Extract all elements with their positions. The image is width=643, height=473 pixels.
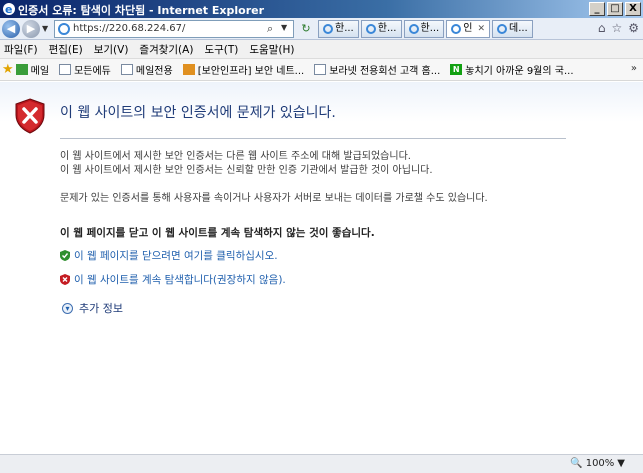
- status-bar: 🔍 100% ▼: [0, 454, 643, 473]
- zoom-level: 100%: [585, 458, 615, 469]
- page-icon: [59, 64, 72, 75]
- zoom-control[interactable]: 🔍 100% ▼: [570, 458, 625, 469]
- ie-tab-icon: [451, 24, 462, 34]
- cert-reason-2: 이 웹 사이트에서 제시한 보안 인증서는 신뢰할 만한 인증 기관에서 발급한…: [60, 165, 433, 176]
- close-button[interactable]: X: [625, 2, 641, 16]
- tab[interactable]: 한...: [318, 20, 359, 38]
- minimize-button[interactable]: _: [589, 2, 605, 16]
- title-bar: e 인증서 오류: 탐색이 차단됨 - Internet Explorer _ …: [0, 0, 643, 18]
- forward-button[interactable]: ▶: [22, 20, 40, 38]
- recommendation-text: 이 웹 페이지를 닫고 이 웹 사이트를 계속 탐색하지 않는 것이 좋습니다.: [60, 227, 375, 239]
- more-info-toggle[interactable]: ▾ 추가 정보: [62, 300, 123, 316]
- zoom-icon: 🔍: [570, 458, 583, 469]
- more-info-label[interactable]: 추가 정보: [79, 300, 123, 316]
- page-icon: [120, 64, 133, 75]
- menu-file[interactable]: 파일(F): [4, 42, 38, 57]
- ie-tab-icon: [497, 24, 507, 34]
- address-row: ◀ ▶ ▼ https://220.68.224.67/ ⌕ ▼ ↻ 한... …: [0, 18, 643, 40]
- tab[interactable]: 한...: [360, 20, 402, 38]
- tab[interactable]: 한...: [403, 20, 445, 38]
- continue-label[interactable]: 이 웹 사이트를 계속 탐색합니다(권장하지 않음).: [74, 272, 286, 287]
- refresh-icon[interactable]: ↻: [297, 20, 315, 38]
- favorite-label: 보라넷 전용회선 고객 홈...: [329, 66, 441, 77]
- favorites-star-icon[interactable]: ☆: [611, 21, 622, 35]
- back-button[interactable]: ◀: [2, 20, 20, 38]
- favorite-link[interactable]: [보안인프라] 보안 네트...: [182, 62, 305, 77]
- tab-close-icon[interactable]: ✕: [477, 21, 485, 37]
- security-shield-icon: [15, 98, 45, 134]
- cert-reason-1: 이 웹 사이트에서 제시한 보안 인증서는 다른 웹 사이트 주소에 대해 발급…: [60, 151, 411, 162]
- page-icon: [314, 64, 327, 75]
- page-content: 이 웹 사이트의 보안 인증서에 문제가 있습니다. 이 웹 사이트에서 제시한…: [0, 82, 643, 454]
- tab-active[interactable]: 인 ✕: [446, 20, 490, 38]
- favorites-bar: ★ 메일 모든에듀 메일전용 [보안인프라] 보안 네트... 보라넷 전용회선…: [0, 59, 643, 81]
- tab[interactable]: 데...: [492, 20, 533, 38]
- svg-text:e: e: [5, 3, 12, 16]
- green-shield-check-icon: [60, 250, 70, 261]
- menu-tools[interactable]: 도구(T): [204, 42, 238, 57]
- gear-icon[interactable]: ⚙: [628, 21, 639, 35]
- menu-bar: 파일(F) 편집(E) 보기(V) 즐겨찾기(A) 도구(T) 도움말(H): [0, 40, 643, 59]
- favorite-link[interactable]: 메일: [15, 62, 50, 77]
- maximize-button[interactable]: □: [607, 2, 623, 16]
- tab-strip: 한... 한... 한... 인 ✕ 데...: [318, 20, 533, 38]
- favorite-link[interactable]: 보라넷 전용회선 고객 홈...: [314, 62, 440, 77]
- menu-edit[interactable]: 편집(E): [49, 42, 83, 57]
- divider: [60, 138, 566, 139]
- home-icon[interactable]: ⌂: [598, 21, 606, 35]
- ie-logo-icon: e: [3, 3, 15, 16]
- menu-favorites[interactable]: 즐겨찾기(A): [139, 42, 193, 57]
- favorite-link[interactable]: 메일전용: [120, 62, 173, 77]
- favorite-link[interactable]: N 놓치기 아까운 9월의 국...: [450, 62, 574, 77]
- favorite-label: 메일: [30, 66, 50, 77]
- tab-label: 데...: [509, 23, 528, 34]
- page-icon: [58, 23, 70, 35]
- favorite-label: 놓치기 아까운 9월의 국...: [465, 66, 574, 77]
- close-page-label[interactable]: 이 웹 페이지를 닫으려면 여기를 클릭하십시오.: [74, 248, 278, 263]
- tab-label: 인: [463, 23, 473, 34]
- tab-label: 한...: [420, 23, 440, 34]
- window-title: 인증서 오류: 탐색이 차단됨 - Internet Explorer: [18, 4, 264, 17]
- history-dropdown-icon[interactable]: ▼: [42, 24, 48, 33]
- search-icon[interactable]: ⌕: [267, 22, 273, 36]
- menu-help[interactable]: 도움말(H): [249, 42, 294, 57]
- close-page-link[interactable]: 이 웹 페이지를 닫으려면 여기를 클릭하십시오.: [60, 248, 278, 263]
- tab-label: 한...: [335, 23, 354, 34]
- address-url[interactable]: https://220.68.224.67/: [73, 23, 185, 34]
- naver-icon: N: [450, 64, 463, 75]
- window-controls: _ □ X: [589, 2, 641, 16]
- chevron-down-icon[interactable]: ▾: [62, 302, 73, 314]
- orange-icon: [182, 64, 195, 75]
- favorites-more-button[interactable]: »: [631, 63, 637, 74]
- favorite-link[interactable]: 모든에듀: [59, 62, 111, 77]
- continue-link[interactable]: 이 웹 사이트를 계속 탐색합니다(권장하지 않음).: [60, 272, 286, 287]
- ie-tab-icon: [323, 24, 333, 34]
- mail-icon: [15, 64, 28, 75]
- menu-view[interactable]: 보기(V): [94, 42, 129, 57]
- favorite-label: 모든에듀: [74, 66, 111, 77]
- ie-tab-icon: [365, 24, 376, 34]
- toolbar-icons: ⌂ ☆ ⚙: [598, 21, 639, 35]
- favorite-label: 메일전용: [135, 66, 173, 77]
- favorite-label: [보안인프라] 보안 네트...: [197, 66, 305, 77]
- risk-description: 문제가 있는 인증서를 통해 사용자를 속이거나 사용자가 서버로 보내는 데이…: [60, 193, 488, 204]
- favorites-star-icon[interactable]: ★: [2, 62, 14, 77]
- page-title: 이 웹 사이트의 보안 인증서에 문제가 있습니다.: [60, 105, 336, 121]
- address-bar[interactable]: https://220.68.224.67/ ⌕ ▼: [54, 20, 294, 38]
- tab-label: 한...: [377, 23, 397, 34]
- red-shield-x-icon: [60, 274, 70, 285]
- zoom-dropdown-icon[interactable]: ▼: [617, 458, 625, 469]
- ie-tab-icon: [408, 24, 419, 34]
- address-dropdown-icon[interactable]: ▼: [281, 23, 287, 32]
